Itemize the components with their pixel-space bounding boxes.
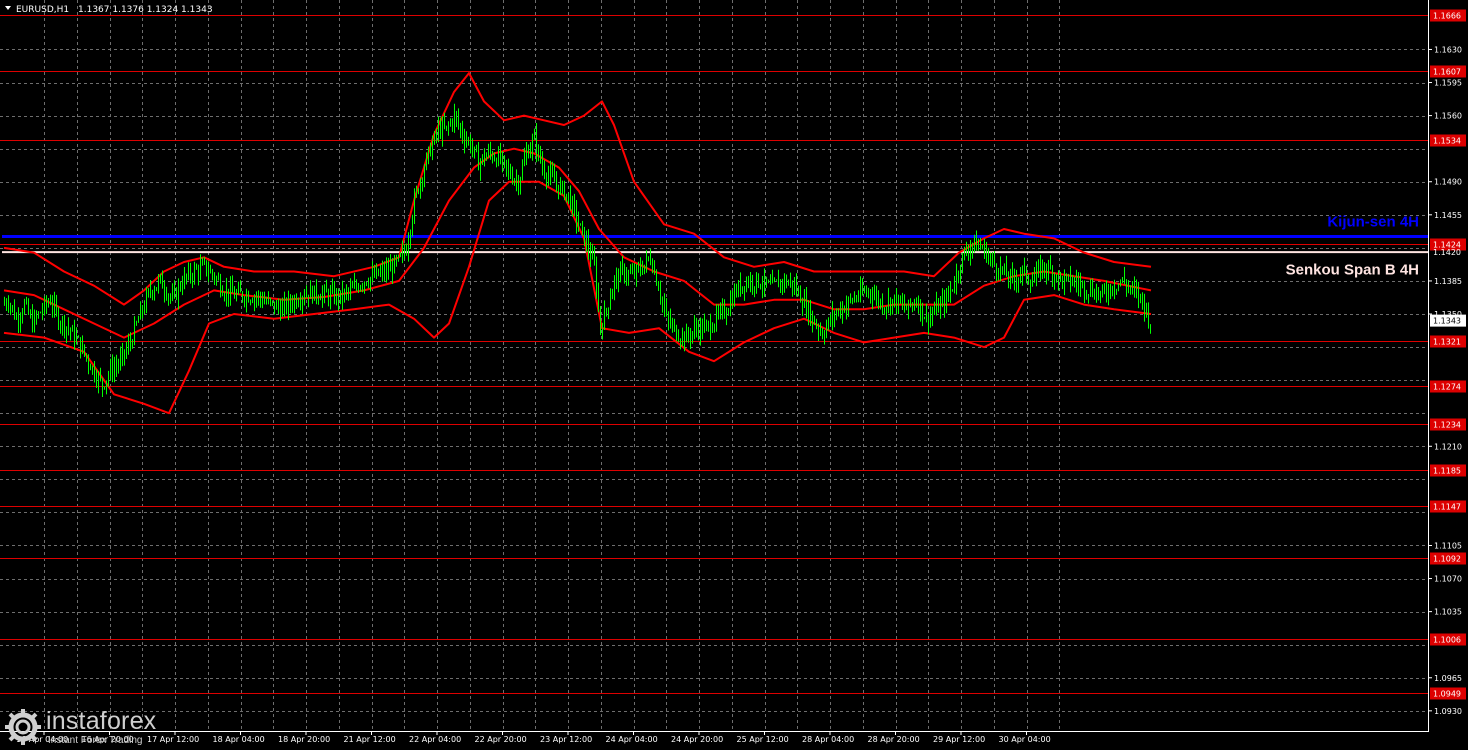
y-tick-label: 1.0965 [1434, 674, 1462, 683]
kijun-label: Kijun-sen 4H [1327, 214, 1419, 231]
level-label: 1.1092 [1433, 555, 1461, 564]
y-tick-label: 1.0930 [1434, 707, 1462, 716]
watermark-tagline: Instant Forex Trading [48, 735, 143, 746]
level-label: 1.1666 [1433, 12, 1461, 21]
x-tick-label: 22 Apr 04:00 [409, 735, 461, 744]
y-tick-label: 1.1385 [1434, 277, 1462, 286]
level-label: 1.1147 [1433, 503, 1461, 512]
level-label: 1.1234 [1433, 421, 1461, 430]
y-tick-label: 1.1560 [1434, 112, 1462, 121]
level-label: 1.1006 [1433, 636, 1461, 645]
level-label: 1.1185 [1433, 467, 1461, 476]
x-tick-label: 24 Apr 04:00 [606, 735, 658, 744]
x-tick-label: 28 Apr 20:00 [868, 735, 920, 744]
x-tick-label: 21 Apr 12:00 [344, 735, 396, 744]
symbol-label: EURUSD,H1 [16, 5, 69, 15]
level-label: 1.0949 [1433, 690, 1461, 699]
x-tick-label: 22 Apr 20:00 [475, 735, 527, 744]
y-tick-label: 1.1070 [1434, 575, 1462, 584]
x-tick-label: 23 Apr 12:00 [540, 735, 592, 744]
chart-background [0, 0, 1468, 750]
senkou-label: Senkou Span B 4H [1286, 262, 1419, 279]
x-tick-label: 25 Apr 12:00 [737, 735, 789, 744]
current-price-label: 1.1343 [1433, 317, 1461, 326]
y-tick-label: 1.1210 [1434, 442, 1462, 451]
x-tick-label: 24 Apr 20:00 [671, 735, 723, 744]
instaforex-watermark: instaforex Instant Forex Trading [4, 706, 180, 748]
x-tick-label: 30 Apr 04:00 [999, 735, 1051, 744]
y-tick-label: 1.1455 [1434, 211, 1462, 220]
y-tick-label: 1.1035 [1434, 608, 1462, 617]
y-tick-label: 1.1105 [1434, 541, 1462, 550]
level-label: 1.1607 [1433, 68, 1461, 77]
y-tick-label: 1.1490 [1434, 178, 1462, 187]
x-tick-label: 29 Apr 12:00 [933, 735, 985, 744]
watermark-brand: instaforex [46, 707, 157, 735]
y-tick-label: 1.1630 [1434, 45, 1462, 54]
level-label: 1.1321 [1433, 338, 1461, 347]
ohlc-values: 1.1367 1.1376 1.1324 1.1343 [78, 5, 213, 15]
x-tick-label: 18 Apr 20:00 [278, 735, 330, 744]
x-tick-label: 18 Apr 04:00 [213, 735, 265, 744]
price-chart: Kijun-sen 4H Senkou Span B 4H 1.1630 1.15… [0, 0, 1468, 750]
level-label: 1.1274 [1433, 383, 1461, 392]
instaforex-logo-icon [5, 709, 41, 745]
level-label: 1.1534 [1433, 137, 1461, 146]
senkou-price-tick: 1.1420 [1433, 248, 1461, 257]
y-tick-label: 1.1595 [1434, 79, 1462, 88]
x-tick-label: 28 Apr 04:00 [802, 735, 854, 744]
